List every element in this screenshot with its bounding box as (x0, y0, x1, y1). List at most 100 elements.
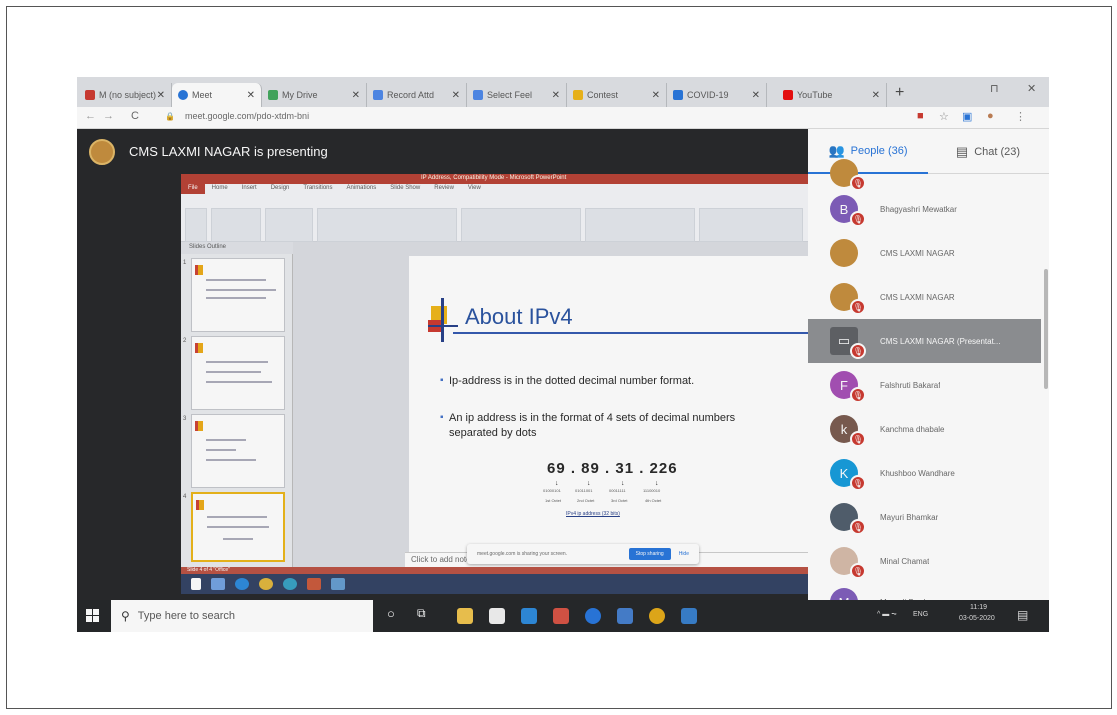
participant-row[interactable]: K 🎙 Khushboo Wandhare (808, 451, 1041, 495)
tab-youtube[interactable]: YouTube ✕ (777, 83, 887, 107)
tab-gmail[interactable]: M (no subject) ✕ (79, 83, 172, 107)
close-icon[interactable]: ✕ (452, 90, 460, 101)
paste-button (185, 208, 207, 242)
close-icon[interactable]: ✕ (752, 90, 760, 101)
tab-covid[interactable]: COVID-19 ✕ (667, 83, 767, 107)
mic-off-icon: 🎙 (850, 431, 866, 447)
word-icon[interactable] (681, 608, 697, 624)
presenting-bar: CMS LAXMI NAGAR is presenting (77, 129, 808, 174)
slide-logo (428, 298, 458, 342)
edge-icon[interactable] (585, 608, 601, 624)
file-explorer-icon[interactable] (457, 608, 473, 624)
participant-row[interactable]: B 🎙 Bhagyashri Mewatkar (808, 187, 1041, 231)
gmail-icon (85, 90, 95, 100)
mic-off-icon: 🎙 (850, 211, 866, 227)
tab-meet[interactable]: Meet ✕ (172, 83, 262, 107)
editing-group (699, 208, 803, 242)
participant-row[interactable]: CMS LAXMI NAGAR (808, 231, 1041, 275)
app-l-icon[interactable] (521, 608, 537, 624)
meet-stage: CMS LAXMI NAGAR is presenting IP Address… (77, 129, 1049, 632)
drive-icon (268, 90, 278, 100)
url-field[interactable]: meet.google.com/pdo-xtdm-bni (185, 111, 309, 121)
chrome-icon (259, 578, 273, 590)
participant-row[interactable]: 🎙 CMS LAXMI NAGAR (808, 275, 1041, 319)
participant-row[interactable]: k 🎙 Kanchma dhabale (808, 407, 1041, 451)
restore-icon[interactable]: ⊓ (990, 82, 999, 95)
taskbar-search[interactable]: ⚲ Type here to search (111, 600, 373, 632)
tab-record[interactable]: Record Attd ✕ (367, 83, 467, 107)
close-icon[interactable]: ✕ (652, 90, 660, 101)
hide-button: Hide (678, 551, 689, 557)
window-close-icon[interactable]: ✕ (1027, 82, 1036, 95)
slide-thumbnail (191, 258, 285, 332)
mail-icon[interactable] (617, 608, 633, 624)
close-icon[interactable]: ✕ (247, 90, 255, 101)
mic-off-icon: 🎙 (850, 519, 866, 535)
doc-icon (473, 90, 483, 100)
participant-row-presentation[interactable]: ▭ 🎙 CMS LAXMI NAGAR (Presentat... (808, 319, 1041, 363)
tab-strip: M (no subject) ✕ Meet ✕ My Drive ✕ Record A… (77, 77, 1049, 107)
font-group (317, 208, 457, 242)
extension-icon[interactable]: ■ (917, 110, 924, 122)
ppt-slide-panel: Slides Outline 1 2 3 4 (181, 242, 293, 567)
close-icon[interactable]: ✕ (352, 90, 360, 101)
ppt-edit-area: About IPv4 ▪ Ip-address is in the dotted … (293, 242, 808, 567)
chrome-icon[interactable] (649, 608, 665, 624)
clock-date: 03-05-2020 (959, 615, 995, 622)
edge-icon (235, 578, 249, 590)
notification-icon[interactable]: ▤ (1017, 608, 1028, 622)
tab-select[interactable]: Select Feel ✕ (467, 83, 567, 107)
participant-row[interactable]: 🎙 Mayuri Bhamkar (808, 495, 1041, 539)
close-icon[interactable]: ✕ (552, 90, 560, 101)
avatar: 🎙 (830, 159, 866, 191)
people-scrollbar[interactable] (1044, 269, 1048, 389)
tab-drive[interactable]: My Drive ✕ (262, 83, 367, 107)
paragraph-group (461, 208, 581, 242)
powerpoint-icon (307, 578, 321, 590)
participant-row[interactable]: 🎙 Minal Chamat (808, 539, 1041, 583)
extension-icon-2[interactable]: ▣ (962, 110, 972, 123)
menu-icon[interactable]: ⋮ (1015, 110, 1026, 123)
profile-avatar[interactable]: ● (987, 110, 994, 122)
stop-sharing-button: Stop sharing (628, 548, 671, 560)
ppt-titlebar: IP Address, Compatibility Mode - Microso… (181, 174, 808, 184)
slide-thumbnail-selected (191, 492, 285, 562)
mic-off-icon: 🎙 (850, 343, 866, 359)
slides-group (265, 208, 313, 242)
new-tab-button[interactable]: + (895, 84, 904, 102)
lock-icon: 🔒 (165, 112, 175, 121)
title-rule (453, 332, 808, 334)
participant-row[interactable]: F 🎙 Falshruti Bakaraf (808, 363, 1041, 407)
close-icon[interactable]: ✕ (157, 90, 165, 101)
meet-icon (178, 90, 188, 100)
shared-screen: IP Address, Compatibility Mode - Microso… (181, 174, 808, 574)
tray-icons[interactable]: ^ ▬ ⏦ (877, 611, 897, 619)
app-icon[interactable] (553, 608, 569, 624)
tab-contest[interactable]: Contest ✕ (567, 83, 667, 107)
presentation-icon: ▭ 🎙 (830, 327, 866, 359)
task-view-icon[interactable]: ⧉ (417, 606, 433, 622)
youtube-icon (783, 90, 793, 100)
close-icon[interactable]: ✕ (872, 90, 880, 101)
clock-time: 11:19 (970, 604, 987, 611)
ip-example: 69 . 89 . 31 . 226 (547, 460, 678, 477)
slide-bullet: ▪ Ip-address is in the dotted decimal num… (440, 375, 695, 387)
start-button[interactable] (86, 609, 100, 623)
ppt-ribbon-tabs: File Home Insert Design Transitions Anim… (181, 184, 488, 194)
slide-thumbnail (191, 336, 285, 410)
avatar: 🎙 (830, 283, 866, 315)
screen-share-bar: meet.google.com is sharing your screen. … (467, 544, 699, 564)
contest-icon (573, 90, 583, 100)
reload-button[interactable]: C (131, 110, 139, 122)
people-panel: 👥 People (36) ▤ Chat (23) 🎙 B 🎙 Bhagyashri … (808, 129, 1049, 632)
presenter-avatar (89, 138, 115, 165)
bookmark-star-icon[interactable]: ☆ (939, 110, 949, 123)
slide-bullet: ▪ An ip address is in the format of 4 set… (440, 412, 736, 439)
back-button[interactable]: ← (85, 110, 96, 122)
mic-off-icon: 🎙 (850, 475, 866, 491)
store-icon[interactable] (489, 608, 505, 624)
app-icon (283, 578, 297, 590)
cortana-icon[interactable]: ○ (387, 606, 403, 622)
forward-button[interactable]: → (103, 110, 114, 122)
address-bar: ← → C 🔒 meet.google.com/pdo-xtdm-bni ■ ☆… (77, 107, 1049, 129)
